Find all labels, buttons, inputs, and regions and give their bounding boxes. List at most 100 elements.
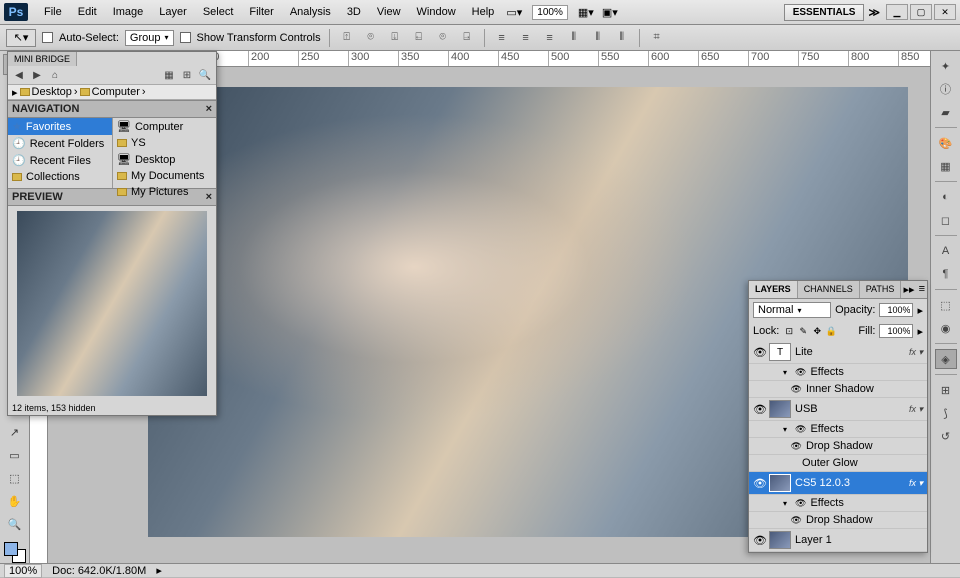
show-transform-checkbox[interactable] xyxy=(180,32,191,43)
tab-channels[interactable]: CHANNELS xyxy=(798,281,860,298)
align-hcenter-icon[interactable]: ⌾ xyxy=(434,30,452,46)
path-tool[interactable]: ↗ xyxy=(3,422,27,443)
mini-bridge-panel[interactable]: MINI BRIDGE ◀ ▶ ⌂ ▦ ⊞ 🔍 ▸Desktop› Comput… xyxy=(7,51,217,416)
nav-mydocs[interactable]: My Documents xyxy=(113,168,216,184)
lock-pixels-icon[interactable]: ✎ xyxy=(797,325,809,337)
swatches-icon[interactable]: 🎨 xyxy=(935,133,957,153)
align-top-icon[interactable]: ⍐ xyxy=(338,30,356,46)
effects-row[interactable]: ▾👁 Effects xyxy=(749,495,927,512)
layer-row[interactable]: 👁 Layer 1 xyxy=(749,529,927,552)
menu-file[interactable]: File xyxy=(36,6,70,18)
3d-tool[interactable]: ⬚ xyxy=(3,468,27,489)
nav-ys[interactable]: YS xyxy=(113,135,216,151)
layer-row[interactable]: 👁 T Lite fx ▾ xyxy=(749,341,927,364)
channels-icon[interactable]: ⊞ xyxy=(935,380,957,400)
distribute-bottom-icon[interactable]: ≡ xyxy=(541,30,559,46)
align-left-icon[interactable]: ⍇ xyxy=(410,30,428,46)
distribute-right-icon[interactable]: ⦀ xyxy=(613,30,631,46)
close-preview-icon[interactable]: × xyxy=(206,191,212,203)
layer-name[interactable]: Lite xyxy=(795,346,813,358)
mini-bridge-breadcrumb[interactable]: ▸Desktop› Computer› xyxy=(8,84,216,100)
distribute-hcenter-icon[interactable]: ⦀ xyxy=(589,30,607,46)
panel-menu-icon[interactable]: ≡ xyxy=(917,281,927,298)
tab-layers[interactable]: LAYERS xyxy=(749,281,798,298)
mini-bridge-tab[interactable]: MINI BRIDGE xyxy=(8,52,77,66)
color-swatches[interactable] xyxy=(4,542,26,563)
layer-thumb[interactable] xyxy=(769,400,791,418)
preview-thumbnail[interactable] xyxy=(17,211,207,396)
lock-transparency-icon[interactable]: ⊡ xyxy=(783,325,795,337)
effect-outer-glow[interactable]: Outer Glow xyxy=(749,455,927,472)
hand-tool[interactable]: ✋ xyxy=(3,491,27,512)
collapse-panel-icon[interactable]: ▸▸ xyxy=(902,281,917,298)
distribute-top-icon[interactable]: ≡ xyxy=(493,30,511,46)
menu-edit[interactable]: Edit xyxy=(70,6,105,18)
nav-recent-folders[interactable]: 🕘Recent Folders xyxy=(8,135,112,152)
thumbs-icon[interactable]: ⊞ xyxy=(180,68,194,82)
visibility-icon[interactable]: 👁 xyxy=(753,346,765,359)
auto-select-target[interactable]: Group▾ xyxy=(125,30,174,46)
distribute-vcenter-icon[interactable]: ≡ xyxy=(517,30,535,46)
effect-drop-shadow[interactable]: 👁 Drop Shadow xyxy=(749,438,927,455)
window-maximize[interactable]: ▢ xyxy=(910,4,932,20)
search-icon[interactable]: 🔍 xyxy=(198,68,212,82)
zoom-tool[interactable]: 🔍 xyxy=(3,514,27,535)
layers-icon[interactable]: ◈ xyxy=(935,349,957,369)
fx-badge[interactable]: fx ▾ xyxy=(909,347,923,358)
foreground-color[interactable] xyxy=(4,542,18,556)
nav-collections[interactable]: Collections xyxy=(8,169,112,185)
menu-layer[interactable]: Layer xyxy=(151,6,195,18)
layer-thumb[interactable] xyxy=(769,531,791,549)
opacity-scrubber-icon[interactable]: ▸ xyxy=(917,304,923,317)
menu-3d[interactable]: 3D xyxy=(339,6,369,18)
lock-position-icon[interactable]: ✥ xyxy=(811,325,823,337)
status-doc-size[interactable]: Doc: 642.0K/1.80M xyxy=(52,565,146,577)
nav-computer[interactable]: 🖥Computer xyxy=(113,118,216,135)
info-icon[interactable]: ⓘ xyxy=(935,79,957,99)
character-icon[interactable]: A xyxy=(935,241,957,261)
forward-icon[interactable]: ▶ xyxy=(30,68,44,82)
menu-window[interactable]: Window xyxy=(409,6,464,18)
zoom-level[interactable]: 100% xyxy=(532,5,568,20)
layers-panel[interactable]: LAYERS CHANNELS PATHS ▸▸ ≡ Normal▾ Opaci… xyxy=(748,280,928,553)
navigator-icon[interactable]: ✦ xyxy=(935,56,957,76)
paths-icon[interactable]: ⟆ xyxy=(935,403,957,423)
window-close[interactable]: ✕ xyxy=(934,4,956,20)
fill-input[interactable] xyxy=(879,324,913,338)
effect-drop-shadow[interactable]: 👁 Drop Shadow xyxy=(749,512,927,529)
paragraph-icon[interactable]: ¶ xyxy=(935,264,957,284)
nav-desktop[interactable]: 🖥Desktop xyxy=(113,151,216,168)
expand-panels-icon[interactable]: ≫ xyxy=(868,6,880,19)
menu-image[interactable]: Image xyxy=(105,6,152,18)
workspace-switcher[interactable]: ESSENTIALS xyxy=(784,4,865,21)
history-icon[interactable]: ↺ xyxy=(935,426,957,446)
nav-mypics[interactable]: My Pictures xyxy=(113,184,216,200)
fill-scrubber-icon[interactable]: ▸ xyxy=(917,325,923,338)
menu-view[interactable]: View xyxy=(369,6,409,18)
window-minimize[interactable]: ▁ xyxy=(886,4,908,20)
distribute-left-icon[interactable]: ⦀ xyxy=(565,30,583,46)
close-nav-icon[interactable]: × xyxy=(206,103,212,115)
status-menu-icon[interactable]: ▸ xyxy=(156,564,162,577)
menu-help[interactable]: Help xyxy=(464,6,503,18)
launch-bridge-icon[interactable]: ▭▾ xyxy=(504,4,524,20)
lock-all-icon[interactable]: 🔒 xyxy=(825,325,837,337)
fx-badge[interactable]: fx ▾ xyxy=(909,404,923,415)
menu-select[interactable]: Select xyxy=(195,6,242,18)
fx-badge[interactable]: fx ▾ xyxy=(909,478,923,489)
visibility-icon[interactable]: 👁 xyxy=(753,534,765,547)
blend-mode-select[interactable]: Normal▾ xyxy=(753,302,831,318)
effect-inner-shadow[interactable]: 👁 Inner Shadow xyxy=(749,381,927,398)
tab-paths[interactable]: PATHS xyxy=(860,281,902,298)
home-icon[interactable]: ⌂ xyxy=(48,68,62,82)
layer-row[interactable]: 👁 CS5 12.0.3 fx ▾ xyxy=(749,472,927,495)
menu-analysis[interactable]: Analysis xyxy=(282,6,339,18)
tool-preset-picker[interactable]: ↖▾ xyxy=(6,29,36,47)
nav-recent-files[interactable]: 🕘Recent Files xyxy=(8,152,112,169)
nav-favorites[interactable]: ★Favorites xyxy=(8,118,112,135)
layer-name[interactable]: CS5 12.0.3 xyxy=(795,477,850,489)
align-bottom-icon[interactable]: ⍗ xyxy=(386,30,404,46)
masks-icon[interactable]: ◻ xyxy=(935,210,957,230)
3d-panel-icon[interactable]: ⬚ xyxy=(935,295,957,315)
layer-thumb[interactable] xyxy=(769,474,791,492)
